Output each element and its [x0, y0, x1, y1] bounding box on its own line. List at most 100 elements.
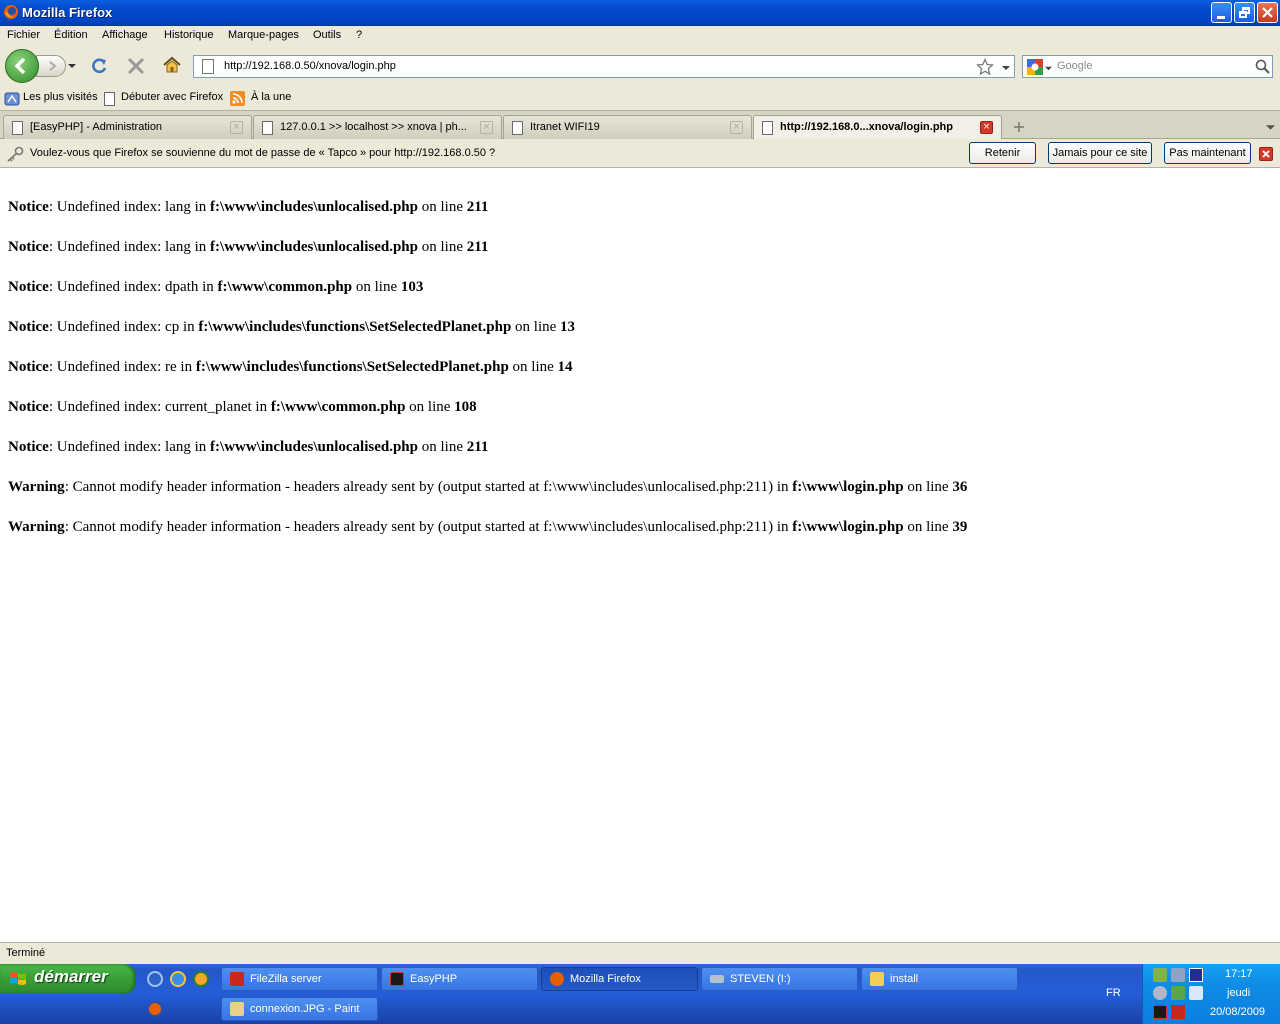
page-icon: [202, 59, 214, 74]
page-icon: [762, 121, 773, 135]
search-placeholder: Google: [1057, 60, 1093, 72]
forward-button[interactable]: [36, 55, 66, 77]
tab-easyphp[interactable]: [EasyPHP] - Administration ×: [3, 115, 252, 139]
task-easyphp[interactable]: EasyPHP: [381, 967, 538, 991]
home-icon[interactable]: [162, 55, 182, 75]
close-icon: [1262, 7, 1273, 18]
back-button[interactable]: [5, 49, 39, 83]
chevron-down-icon: [1266, 125, 1275, 130]
key-icon: [7, 146, 24, 162]
start-label: démarrer: [34, 967, 108, 986]
rss-feed-icon: [230, 91, 245, 106]
menu-bar: Fichier Édition Affichage Historique Mar…: [0, 26, 1280, 46]
bookmark-a-la-une[interactable]: À la une: [251, 91, 291, 103]
error-line: Notice: Undefined index: cp in f:\www\in…: [8, 319, 576, 335]
error-line: Notice: Undefined index: re in f:\www\in…: [8, 359, 573, 375]
tab-label: http://192.168.0...xnova/login.php: [780, 121, 953, 133]
page-icon: [512, 121, 523, 135]
quick-launch-firefox-icon[interactable]: [147, 1001, 163, 1017]
start-button[interactable]: démarrer: [0, 964, 136, 994]
task-mozilla-firefox[interactable]: Mozilla Firefox: [541, 967, 698, 991]
task-paint[interactable]: connexion.JPG - Paint: [221, 997, 378, 1021]
quick-launch-ie-icon[interactable]: [170, 971, 186, 987]
task-install-folder[interactable]: install: [861, 967, 1018, 991]
tray-filezilla-icon[interactable]: [1171, 1005, 1185, 1019]
menu-affichage[interactable]: Affichage: [102, 29, 148, 41]
page-icon: [12, 121, 23, 135]
close-button[interactable]: [1257, 2, 1278, 23]
clock-time[interactable]: 17:17: [1225, 968, 1253, 980]
bookmark-debuter-avec-firefox[interactable]: Débuter avec Firefox: [121, 91, 223, 103]
new-tab-button[interactable]: [1005, 116, 1031, 138]
tab-phpmyadmin[interactable]: 127.0.0.1 >> localhost >> xnova | ph... …: [253, 115, 502, 139]
remember-button[interactable]: Retenir: [969, 142, 1036, 164]
menu-help[interactable]: ?: [356, 29, 362, 41]
search-box[interactable]: Google: [1022, 55, 1273, 78]
system-tray: 17:17 jeudi 20/08/2009: [1142, 964, 1280, 1024]
error-line: Notice: Undefined index: dpath in f:\www…: [8, 279, 424, 295]
bookmarks-toolbar: Les plus visités Débuter avec Firefox À …: [0, 88, 1280, 110]
tray-easyphp-icon[interactable]: [1153, 1005, 1167, 1019]
tab-list-button[interactable]: [1262, 116, 1278, 138]
clock-day: jeudi: [1227, 987, 1251, 999]
notification-close-button[interactable]: [1259, 147, 1273, 161]
tray-display-icon[interactable]: [1171, 968, 1185, 982]
password-notification-bar: Voulez-vous que Firefox se souvienne du …: [0, 139, 1280, 168]
firefox-icon: [550, 972, 564, 986]
menu-marque-pages[interactable]: Marque-pages: [228, 29, 299, 41]
never-for-site-button[interactable]: Jamais pour ce site: [1048, 142, 1152, 164]
filezilla-icon: [230, 972, 244, 986]
quick-launch-desktop-icon[interactable]: [147, 971, 163, 987]
engine-dropdown-icon[interactable]: [1045, 65, 1052, 72]
bookmark-star-icon[interactable]: [976, 58, 994, 76]
tray-security-icon[interactable]: [1171, 986, 1185, 1000]
paint-icon: [230, 1002, 244, 1016]
quick-launch-media-icon[interactable]: [193, 971, 209, 987]
tab-label: [EasyPHP] - Administration: [30, 121, 163, 133]
menu-outils[interactable]: Outils: [313, 29, 341, 41]
error-line: Notice: Undefined index: current_planet …: [8, 399, 477, 415]
taskbar: démarrer FileZilla server EasyPHP Mozill…: [0, 964, 1280, 1024]
google-engine-icon[interactable]: [1027, 59, 1043, 75]
restore-button[interactable]: [1234, 2, 1255, 23]
task-steven-drive[interactable]: STEVEN (I:): [701, 967, 858, 991]
tab-itranet[interactable]: Itranet WIFI19 ×: [503, 115, 752, 139]
most-visited-icon: [4, 92, 20, 106]
address-bar[interactable]: http://192.168.0.50/xnova/login.php: [193, 55, 1015, 78]
tab-close-icon[interactable]: ×: [230, 121, 243, 134]
bookmark-les-plus-visites[interactable]: Les plus visités: [23, 91, 98, 103]
reload-icon[interactable]: [89, 56, 109, 76]
menu-edition[interactable]: Édition: [54, 29, 88, 41]
tab-close-icon[interactable]: ×: [980, 121, 993, 134]
page-icon: [104, 92, 115, 106]
tab-bar: [EasyPHP] - Administration × 127.0.0.1 >…: [0, 110, 1280, 140]
task-filezilla-server[interactable]: FileZilla server: [221, 967, 378, 991]
menu-historique[interactable]: Historique: [164, 29, 214, 41]
tray-network-icon[interactable]: [1153, 968, 1167, 982]
address-url[interactable]: http://192.168.0.50/xnova/login.php: [224, 60, 396, 72]
windows-flag-icon: [10, 972, 26, 985]
minimize-button[interactable]: [1211, 2, 1232, 23]
search-icon[interactable]: [1255, 59, 1270, 74]
tab-close-icon[interactable]: ×: [730, 121, 743, 134]
tab-login-active[interactable]: http://192.168.0...xnova/login.php ×: [753, 115, 1002, 140]
url-dropdown-icon[interactable]: [1002, 64, 1010, 72]
history-dropdown-icon[interactable]: [67, 61, 77, 71]
tray-volume-icon[interactable]: [1153, 986, 1167, 1000]
window-title-bar[interactable]: Mozilla Firefox: [0, 0, 1280, 26]
firefox-icon: [4, 5, 18, 19]
back-arrow-icon: [14, 57, 26, 75]
stop-icon[interactable]: [126, 56, 146, 76]
warning-line: Warning: Cannot modify header informatio…: [8, 519, 968, 535]
tab-close-icon[interactable]: ×: [480, 121, 493, 134]
not-now-button[interactable]: Pas maintenant: [1164, 142, 1251, 164]
menu-fichier[interactable]: Fichier: [7, 29, 40, 41]
warning-line: Warning: Cannot modify header informatio…: [8, 479, 968, 495]
tray-media-icon[interactable]: [1189, 968, 1203, 982]
tray-bluetooth-icon[interactable]: [1189, 986, 1203, 1000]
plus-icon: [1014, 122, 1024, 132]
error-line: Notice: Undefined index: lang in f:\www\…: [8, 439, 489, 455]
language-indicator[interactable]: FR: [1106, 987, 1121, 999]
notification-message: Voulez-vous que Firefox se souvienne du …: [30, 147, 496, 159]
window-title: Mozilla Firefox: [22, 5, 113, 20]
